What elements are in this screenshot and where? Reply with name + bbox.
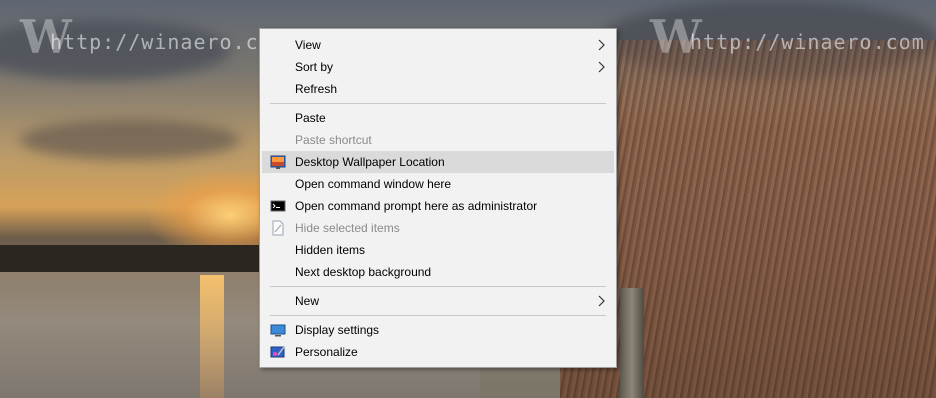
menu-item-view[interactable]: View	[262, 34, 614, 56]
menu-item-next-desktop-background[interactable]: Next desktop background	[262, 261, 614, 283]
menu-item-label: Hidden items	[295, 243, 366, 257]
menu-item-personalize[interactable]: Personalize	[262, 341, 614, 363]
cmd-icon	[270, 200, 286, 212]
menu-item-paste-shortcut[interactable]: Paste shortcut	[262, 129, 614, 151]
cloud	[20, 120, 240, 160]
chevron-right-icon	[598, 39, 605, 51]
menu-item-label: Open command prompt here as administrato…	[295, 199, 538, 213]
menu-item-label: Personalize	[295, 345, 358, 359]
menu-item-label: Display settings	[295, 323, 380, 337]
watermark-text: http://winaero.com	[50, 30, 285, 54]
menu-item-label: Paste	[295, 111, 326, 125]
menu-item-paste[interactable]: Paste	[262, 107, 614, 129]
menu-item-display-settings[interactable]: Display settings	[262, 319, 614, 341]
menu-item-sort-by[interactable]: Sort by	[262, 56, 614, 78]
menu-item-label: New	[295, 294, 320, 308]
menu-separator	[270, 286, 606, 287]
menu-item-open-command-window[interactable]: Open command window here	[262, 173, 614, 195]
monitor-icon	[270, 324, 286, 337]
wooden-post	[620, 288, 644, 398]
menu-item-label: Desktop Wallpaper Location	[295, 155, 445, 169]
treeline	[0, 245, 300, 275]
menu-item-new[interactable]: New	[262, 290, 614, 312]
chevron-right-icon	[598, 295, 605, 307]
personalize-icon	[270, 346, 285, 358]
menu-item-label: Next desktop background	[295, 265, 432, 279]
menu-item-label: Hide selected items	[295, 221, 400, 235]
menu-item-label: Paste shortcut	[295, 133, 372, 147]
menu-item-desktop-wallpaper-location[interactable]: Desktop Wallpaper Location	[262, 151, 614, 173]
page-icon	[272, 220, 284, 236]
wallpaper-icon	[270, 155, 286, 169]
watermark-text: http://winaero.com	[690, 30, 925, 54]
menu-separator	[270, 103, 606, 104]
menu-item-hidden-items[interactable]: Hidden items	[262, 239, 614, 261]
chevron-right-icon	[598, 61, 605, 73]
menu-item-refresh[interactable]: Refresh	[262, 78, 614, 100]
menu-item-open-command-prompt-admin[interactable]: Open command prompt here as administrato…	[262, 195, 614, 217]
menu-item-label: Refresh	[295, 82, 338, 96]
desktop-context-menu: View Sort by Refresh Paste Paste shortcu…	[259, 28, 617, 368]
menu-item-hide-selected-items[interactable]: Hide selected items	[262, 217, 614, 239]
menu-separator	[270, 315, 606, 316]
menu-item-label: Sort by	[295, 60, 334, 74]
menu-item-label: View	[295, 38, 321, 52]
sun-reflection	[200, 275, 224, 398]
menu-item-label: Open command window here	[295, 177, 452, 191]
